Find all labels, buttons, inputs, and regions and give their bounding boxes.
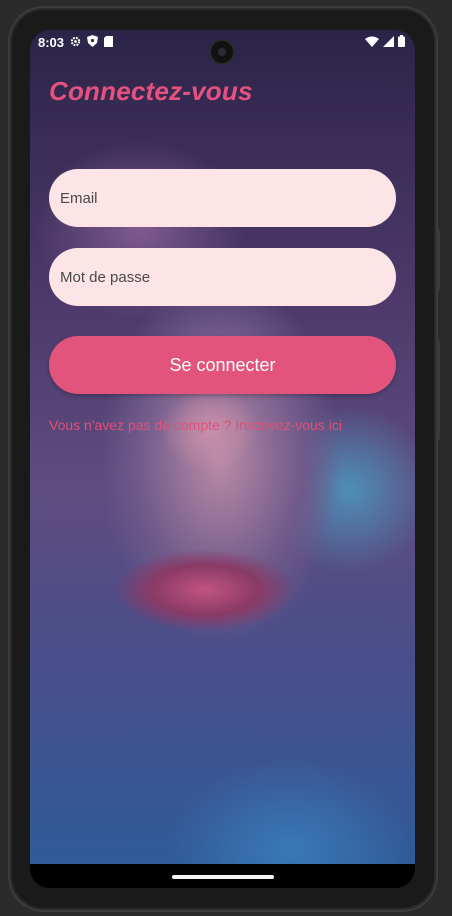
status-icons-left bbox=[70, 35, 113, 47]
app-screen: 8:03 Connectez-vous Email Mot de passe S… bbox=[30, 30, 415, 888]
gear-icon bbox=[70, 36, 81, 46]
home-indicator[interactable] bbox=[172, 875, 274, 879]
signal-icon bbox=[383, 35, 394, 47]
front-camera bbox=[211, 41, 233, 63]
shield-icon bbox=[87, 35, 98, 47]
power-button bbox=[436, 340, 440, 440]
status-time: 8:03 bbox=[38, 35, 65, 50]
volume-button bbox=[436, 230, 440, 290]
background-portrait-image bbox=[30, 30, 415, 864]
password-field[interactable]: Mot de passe bbox=[49, 248, 396, 306]
email-field[interactable]: Email bbox=[49, 169, 396, 227]
page-title: Connectez-vous bbox=[49, 76, 253, 106]
signup-link[interactable]: Vous n'avez pas de compte ? Inscrivez-vo… bbox=[49, 417, 342, 433]
email-placeholder: Email bbox=[60, 189, 98, 207]
password-placeholder: Mot de passe bbox=[60, 268, 151, 286]
sd-card-icon bbox=[104, 35, 113, 47]
wifi-icon bbox=[365, 36, 379, 47]
login-button[interactable]: Se connecter bbox=[49, 336, 396, 394]
battery-icon bbox=[398, 35, 405, 47]
status-icons-right bbox=[365, 35, 405, 47]
